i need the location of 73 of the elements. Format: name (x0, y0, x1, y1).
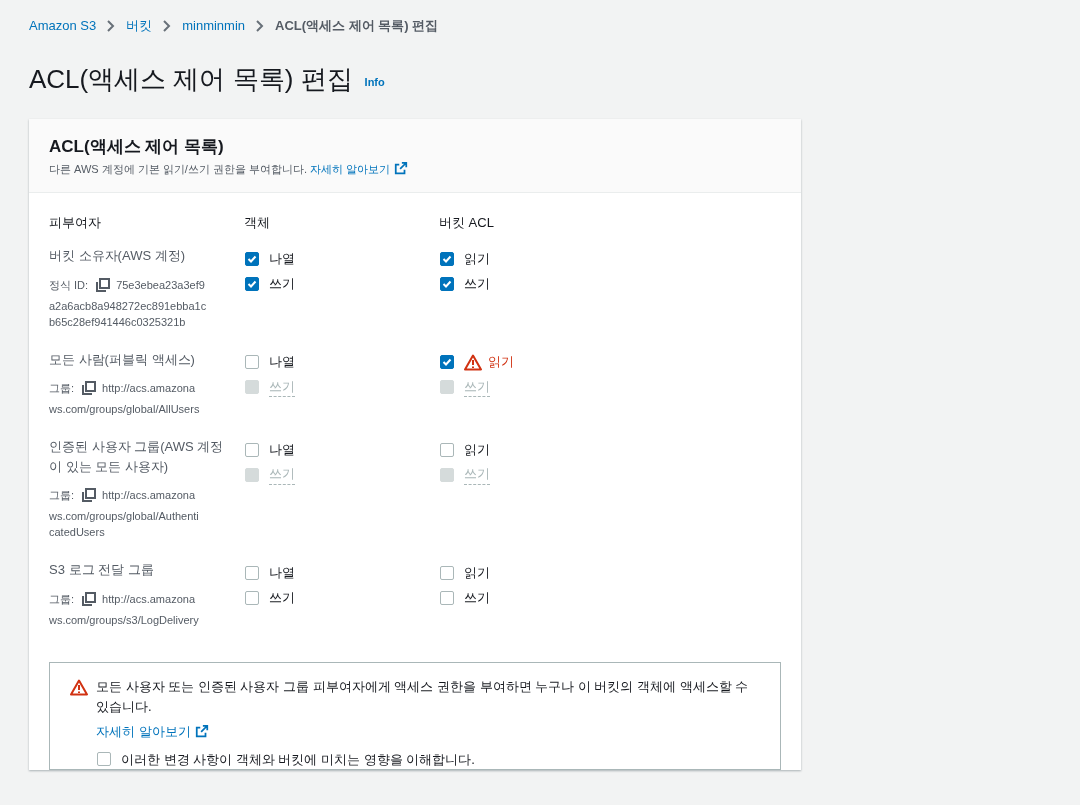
checkbox[interactable] (440, 276, 454, 291)
checkbox-label: 나열 (269, 353, 295, 372)
id-label: 그룹: (49, 591, 75, 607)
id-value: ws.com/groups/global/AllUsers (49, 402, 200, 418)
copy-icon[interactable] (82, 381, 97, 396)
checkbox-label: 읽기 (464, 249, 490, 268)
grantee-name: 모든 사람(퍼블릭 액세스) (49, 350, 196, 369)
grantee-name: S3 로그 전달 그룹 (49, 561, 155, 580)
checkbox[interactable] (245, 590, 259, 605)
checkbox-label: 쓰기 (464, 588, 490, 607)
breadcrumb-link[interactable]: 버킷 (126, 16, 153, 36)
checkbox-label: 읽기 (488, 353, 514, 372)
copy-icon[interactable] (82, 591, 97, 606)
grantee-name: 버킷 소유자(AWS 계정) (49, 247, 186, 266)
breadcrumb-link[interactable]: minminmin (182, 16, 246, 36)
warning-icon (464, 353, 482, 371)
id-value: ws.com/groups/global/Authenti (49, 509, 199, 525)
checkbox-label: 쓰기 (269, 376, 295, 398)
checkbox[interactable] (245, 442, 259, 457)
checkbox[interactable] (440, 590, 454, 605)
checkbox[interactable] (245, 276, 259, 291)
checkbox-label: 쓰기 (269, 464, 295, 485)
column-header: 버킷 ACL (439, 213, 495, 232)
checkbox-label: 쓰기 (464, 376, 490, 398)
column-header: 피부여자 (49, 213, 102, 232)
id-value: ws.com/groups/s3/LogDelivery (49, 612, 199, 628)
chevron-icon (162, 18, 173, 33)
id-value: http://acs.amazona (102, 488, 195, 504)
acknowledge-label: 이러한 변경 사항이 객체와 버킷에 미치는 영향을 이해합니다. (121, 750, 475, 769)
warning-message: 모든 사용자 또는 인증된 사용자 그룹 피부여자에게 액세스 권한을 부여하면 누구나 이 버킷의 객체에 액세스할 수 있습니다. (96, 677, 750, 717)
id-value: http://acs.amazona (102, 381, 195, 397)
chevron-icon (106, 18, 117, 33)
id-value: catedUsers (49, 525, 105, 541)
checkbox-label: 쓰기 (269, 588, 295, 607)
checkbox[interactable] (245, 355, 259, 370)
checkbox[interactable] (245, 565, 259, 580)
warning-icon (70, 678, 88, 696)
checkbox-label: 쓰기 (269, 274, 295, 293)
learn-more-link[interactable]: 자세히 알아보기 (310, 163, 409, 176)
checkbox-label: 나열 (269, 563, 295, 582)
checkbox[interactable] (97, 752, 111, 767)
checkbox-label: 나열 (269, 440, 295, 459)
chevron-icon (255, 18, 266, 33)
external-link-icon (194, 724, 209, 739)
checkbox[interactable] (440, 442, 454, 457)
checkbox-label: 읽기 (464, 440, 490, 459)
column-header: 객체 (244, 213, 271, 232)
breadcrumb-link[interactable]: Amazon S3 (29, 16, 97, 36)
checkbox-label: 나열 (269, 249, 295, 268)
checkbox-label: 쓰기 (464, 464, 490, 485)
checkbox[interactable] (245, 251, 259, 266)
copy-icon[interactable] (82, 488, 97, 503)
id-value: http://acs.amazona (102, 591, 195, 607)
page-title: ACL(액세스 제어 목록) 편집 (29, 63, 353, 95)
id-value: 75e3ebea23a3ef9 (116, 277, 205, 293)
copy-icon[interactable] (96, 277, 111, 292)
checkbox[interactable] (440, 565, 454, 580)
checkbox[interactable] (440, 251, 454, 266)
id-value: a2a6acb8a948272ec891ebba1c (49, 298, 207, 314)
id-label: 정식 ID: (49, 277, 89, 293)
breadcrumb-current: ACL(액세스 제어 목록) 편집 (275, 17, 439, 35)
info-link[interactable]: Info (364, 74, 385, 91)
grantee-name: 인증된 사용자 그룹(AWS 계정이 있는 모든 사용자) (49, 438, 224, 476)
id-value: b65c28ef941446c0325321b (49, 314, 186, 330)
checkbox-label: 쓰기 (464, 274, 490, 293)
checkbox[interactable] (440, 355, 454, 370)
panel-title: ACL(액세스 제어 목록) (49, 136, 225, 158)
external-link-icon (394, 161, 409, 176)
id-label: 그룹: (49, 381, 75, 397)
learn-more-link[interactable]: 자세히 알아보기 (96, 722, 209, 742)
checkbox-label: 읽기 (464, 563, 490, 582)
panel-description: 다른 AWS 계정에 기본 읽기/쓰기 권한을 부여합니다. (49, 163, 308, 176)
id-label: 그룹: (49, 488, 75, 504)
